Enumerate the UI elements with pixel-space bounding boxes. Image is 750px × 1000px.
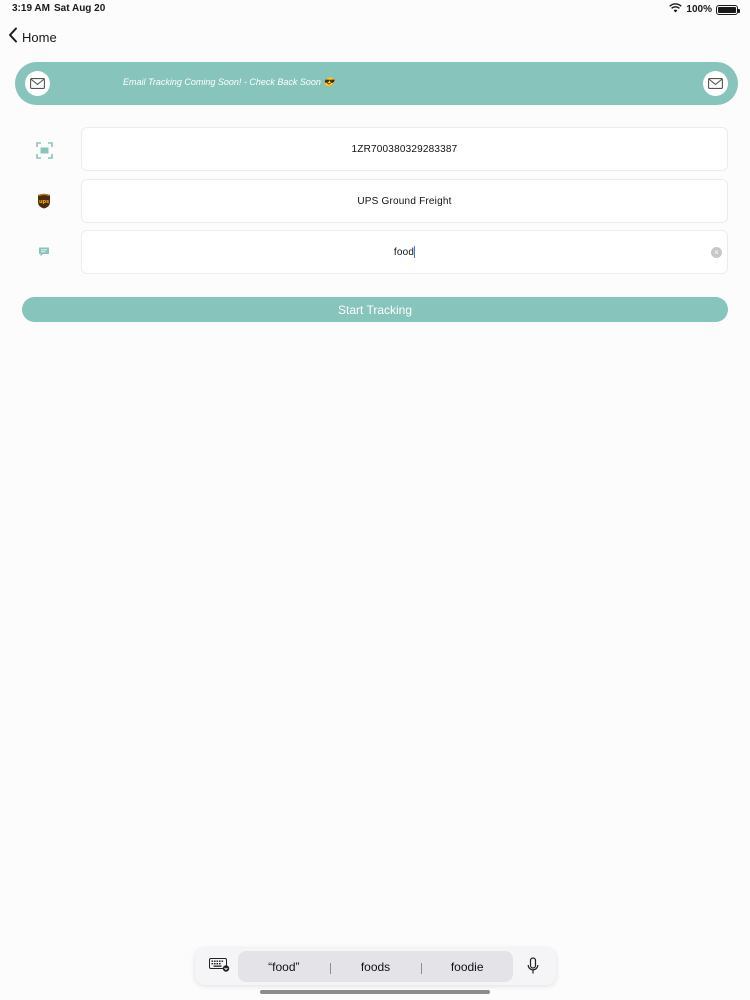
- tracking-number-value: 1ZR700380329283387: [351, 143, 458, 155]
- autocomplete-suggestions: “food” foods foodie: [238, 951, 513, 982]
- text-cursor: [414, 246, 416, 258]
- battery-icon: [716, 4, 740, 15]
- suggestion-item[interactable]: foods: [329, 960, 422, 974]
- carrier-field[interactable]: UPS Ground Freight: [81, 179, 728, 223]
- suggestion-item[interactable]: foodie: [421, 960, 513, 974]
- status-indicators: 100%: [669, 3, 740, 16]
- keyboard-shortcut-bar: “food” foods foodie: [195, 948, 556, 985]
- chevron-left-icon: [8, 27, 18, 48]
- battery-percentage: 100%: [686, 4, 712, 15]
- back-button[interactable]: Home: [8, 26, 57, 48]
- chat-bubble-icon: [34, 242, 54, 262]
- back-button-label: Home: [22, 29, 57, 45]
- wifi-icon: [669, 3, 683, 16]
- clear-icon[interactable]: ×: [711, 247, 722, 258]
- tracking-number-field[interactable]: 1ZR700380329283387: [81, 127, 728, 171]
- description-value: food: [393, 246, 415, 258]
- battery-fill: [718, 6, 736, 13]
- ups-logo-icon: ups: [34, 191, 54, 211]
- banner-message: Email Tracking Coming Soon! - Check Back…: [123, 77, 335, 87]
- description-field[interactable]: food ×: [81, 230, 728, 274]
- envelope-icon[interactable]: [703, 71, 728, 96]
- svg-text:ups: ups: [39, 199, 49, 205]
- keyboard-icon[interactable]: [209, 958, 230, 977]
- carrier-value: UPS Ground Freight: [357, 195, 452, 207]
- barcode-scan-icon[interactable]: [34, 140, 54, 160]
- status-bar: 3:19 AM Sat Aug 20 100%: [0, 0, 750, 20]
- suggestion-item[interactable]: “food”: [238, 960, 330, 974]
- email-tracking-banner: Email Tracking Coming Soon! - Check Back…: [15, 62, 738, 105]
- microphone-icon[interactable]: [527, 957, 539, 980]
- home-indicator[interactable]: [260, 990, 490, 994]
- status-date: Sat Aug 20: [54, 3, 106, 14]
- envelope-icon[interactable]: [25, 71, 50, 96]
- start-tracking-button[interactable]: Start Tracking: [22, 297, 728, 322]
- status-time: 3:19 AM: [12, 3, 50, 14]
